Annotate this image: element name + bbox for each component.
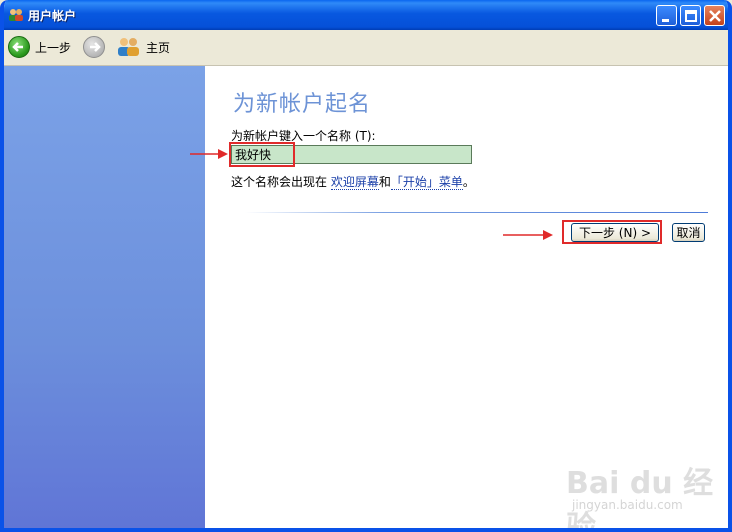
minimize-button[interactable] — [656, 5, 677, 26]
watermark-subtext: jingyan.baidu.com — [572, 498, 683, 512]
forward-arrow-icon — [83, 36, 105, 58]
home-users-icon — [117, 36, 141, 58]
hint-mid: 和 — [378, 175, 391, 189]
user-accounts-window: 用户帐户 上一步 主页 为新帐户起名 为新帐户键入一个名称 (T): 我好快 这… — [0, 0, 732, 532]
home-button[interactable]: 主页 — [117, 35, 170, 59]
title-bar: 用户帐户 — [4, 0, 728, 30]
baidu-watermark: Bai du 经验 jingyan.baidu.com — [552, 458, 722, 528]
user-accounts-icon — [8, 8, 24, 22]
sidebar-panel — [4, 66, 205, 528]
home-label: 主页 — [146, 40, 171, 55]
cancel-button[interactable]: 取消 — [672, 223, 705, 242]
window-title: 用户帐户 — [28, 9, 77, 23]
navigation-toolbar: 上一步 主页 — [4, 30, 728, 66]
back-arrow-icon — [8, 36, 30, 58]
account-name-input[interactable] — [231, 145, 472, 164]
name-prompt-label: 为新帐户键入一个名称 (T): — [231, 129, 376, 143]
name-hint: 这个名称会出现在 欢迎屏幕和「开始」菜单。 — [231, 173, 475, 190]
start-menu-link[interactable]: 「开始」菜单 — [390, 175, 463, 190]
hint-suffix: 。 — [462, 175, 475, 189]
forward-button[interactable] — [83, 35, 105, 59]
next-pointer-arrow-icon — [503, 230, 553, 240]
back-label: 上一步 — [35, 40, 72, 55]
back-button[interactable]: 上一步 — [8, 35, 71, 59]
close-button[interactable] — [704, 5, 725, 26]
divider-line — [245, 212, 708, 213]
page-heading: 为新帐户起名 — [233, 92, 372, 117]
watermark-text: Bai du 经验 — [566, 466, 714, 532]
welcome-screen-link[interactable]: 欢迎屏幕 — [330, 175, 379, 190]
input-pointer-arrow-icon — [190, 149, 228, 159]
next-button[interactable]: 下一步 (N) > — [571, 223, 659, 242]
hint-prefix: 这个名称会出现在 — [231, 175, 331, 189]
maximize-button[interactable] — [680, 5, 701, 26]
